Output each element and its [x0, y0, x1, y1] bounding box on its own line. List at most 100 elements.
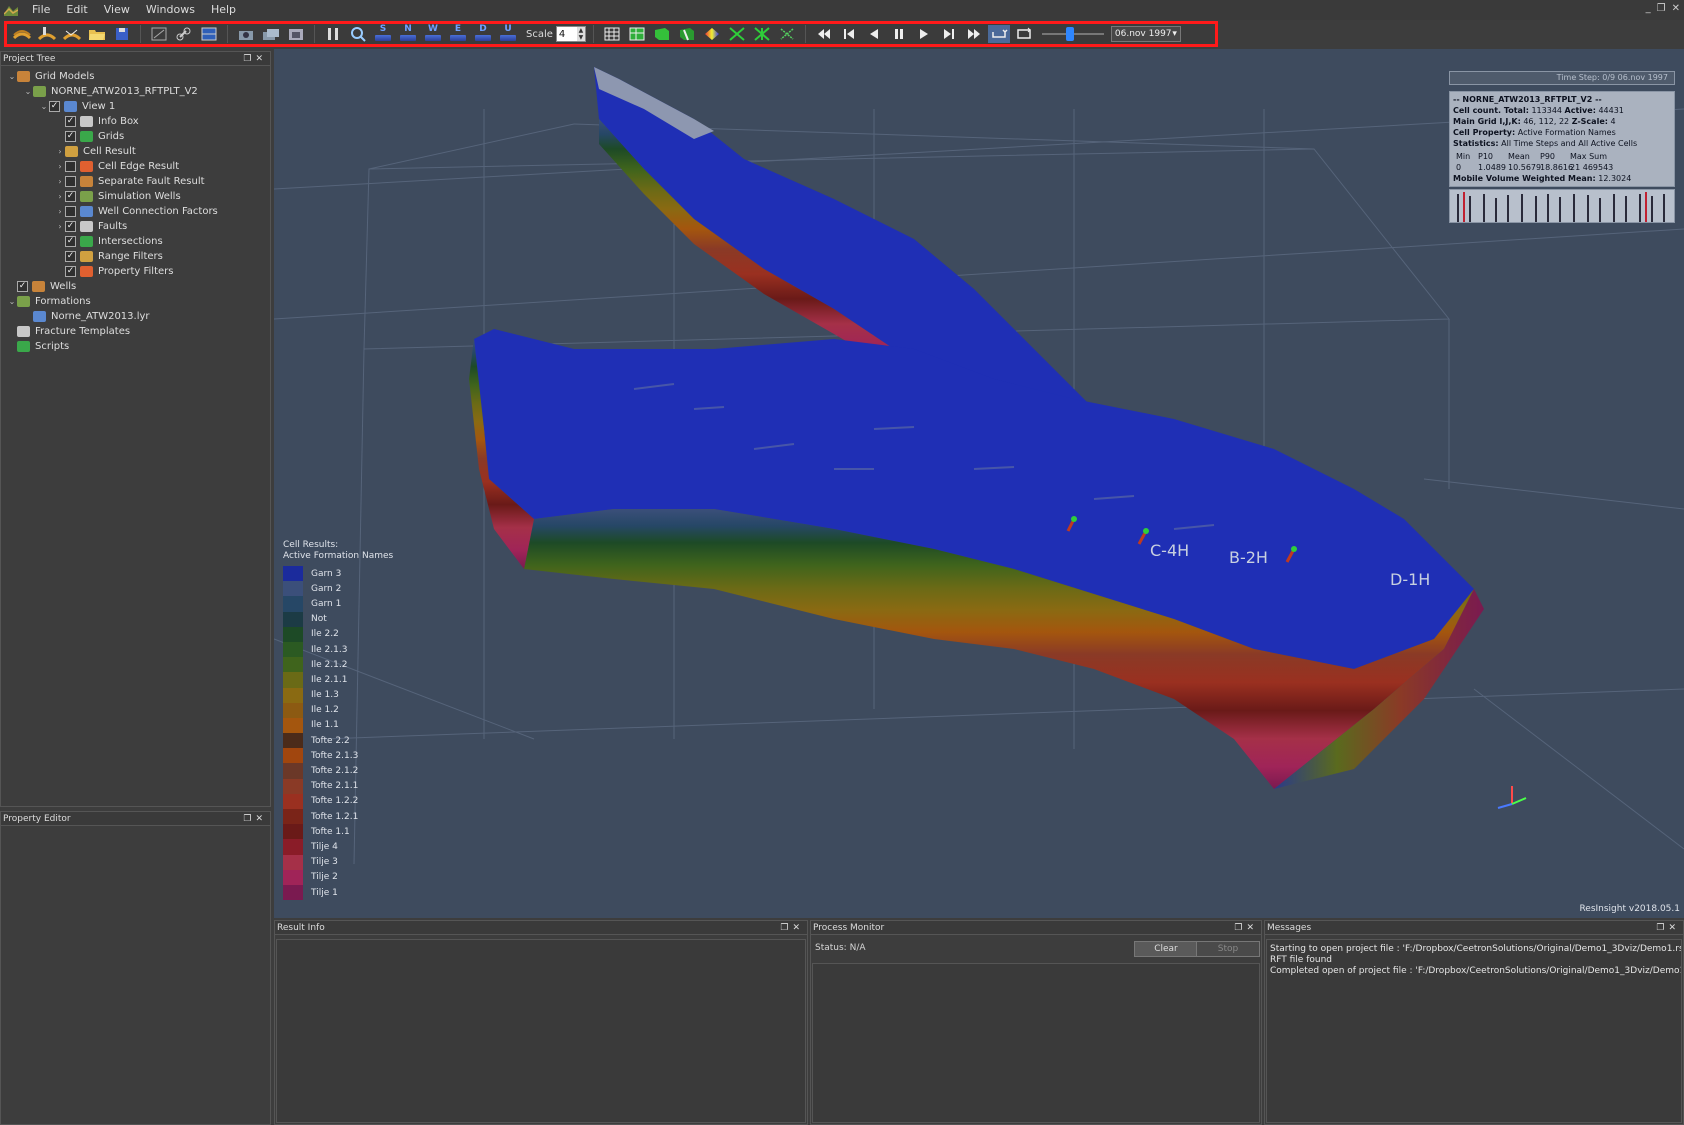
tree-item[interactable]: ⌄ ✓ View 1	[1, 99, 270, 114]
menu-help[interactable]: Help	[203, 0, 244, 20]
tree-checkbox[interactable]	[65, 206, 76, 217]
view-south-button[interactable]: S	[372, 25, 394, 43]
tree-item[interactable]: ⌄ NORNE_ATW2013_RFTPLT_V2	[1, 84, 270, 99]
tree-item[interactable]: › ✓ Faults	[1, 219, 270, 234]
pause-animation-button[interactable]	[888, 25, 910, 43]
wells-button[interactable]	[726, 25, 748, 43]
import-input-case-button[interactable]	[36, 25, 58, 43]
surface-only-button[interactable]	[651, 25, 673, 43]
mesh-lines-button[interactable]	[601, 25, 623, 43]
chevron-right-icon[interactable]: ›	[55, 162, 65, 171]
snapshot-all-views-button[interactable]	[260, 25, 282, 43]
chevron-right-icon[interactable]: ›	[55, 222, 65, 231]
view-down-button[interactable]: D	[472, 25, 494, 43]
panel-float-close-icons[interactable]: ❐✕	[780, 921, 804, 935]
zoom-all-button[interactable]	[347, 25, 369, 43]
view-north-button[interactable]: N	[397, 25, 419, 43]
chevron-down-icon[interactable]: ⌄	[7, 72, 17, 81]
menu-windows[interactable]: Windows	[138, 0, 203, 20]
panel-float-close-icons[interactable]: ❐✕	[1656, 921, 1680, 935]
loop-animation-button[interactable]	[1013, 25, 1035, 43]
tree-checkbox[interactable]: ✓	[65, 116, 76, 127]
spin-arrows-icon[interactable]: ▲ ▼	[576, 27, 585, 41]
chevron-right-icon[interactable]: ›	[55, 207, 65, 216]
next-timestep-button[interactable]	[938, 25, 960, 43]
view-east-button[interactable]: E	[447, 25, 469, 43]
panel-float-close-icons[interactable]: ❐✕	[1234, 921, 1258, 935]
tree-item[interactable]: › Cell Edge Result	[1, 159, 270, 174]
chevron-right-icon[interactable]: ›	[55, 177, 65, 186]
repeat-from-start-button[interactable]	[987, 25, 1010, 43]
tree-item[interactable]: ✓ Info Box	[1, 114, 270, 129]
tree-item[interactable]: › ✓ Simulation Wells	[1, 189, 270, 204]
previous-timestep-button[interactable]	[838, 25, 860, 43]
slider-handle[interactable]	[1066, 27, 1075, 41]
menu-view[interactable]: View	[96, 0, 138, 20]
chevron-down-icon[interactable]: ⌄	[39, 102, 49, 111]
import-eclipse-case-button[interactable]	[11, 25, 33, 43]
tree-item[interactable]: Scripts	[1, 339, 270, 354]
scale-spinbox[interactable]: 4 ▲ ▼	[555, 26, 586, 42]
link-views-button[interactable]	[173, 25, 195, 43]
tree-checkbox[interactable]	[65, 176, 76, 187]
tree-checkbox[interactable]: ✓	[65, 131, 76, 142]
menu-edit[interactable]: Edit	[58, 0, 95, 20]
tree-item[interactable]: ✓ Range Filters	[1, 249, 270, 264]
close-icon[interactable]: ✕	[1672, 3, 1680, 14]
snapshot-button[interactable]	[148, 25, 170, 43]
tile-windows-button[interactable]	[198, 25, 220, 43]
result-info-text-area[interactable]	[276, 939, 806, 1123]
tree-checkbox[interactable]: ✓	[49, 101, 60, 112]
color-legend-button[interactable]	[701, 25, 723, 43]
tree-item[interactable]: ⌄ Formations	[1, 294, 270, 309]
tree-item[interactable]: ✓ Wells	[1, 279, 270, 294]
well-fractures-button[interactable]	[776, 25, 798, 43]
tree-checkbox[interactable]: ✓	[65, 221, 76, 232]
messages-text-area[interactable]: Starting to open project file : 'F:/Drop…	[1266, 939, 1682, 1123]
fault-mesh-button[interactable]	[676, 25, 698, 43]
process-output-area[interactable]	[812, 963, 1260, 1123]
open-project-button[interactable]	[86, 25, 108, 43]
3d-viewer[interactable]: C-4H B-2H D-1H Cell Results: Active Form…	[274, 49, 1684, 918]
chevron-right-icon[interactable]: ›	[55, 192, 65, 201]
pause-render-button[interactable]	[322, 25, 344, 43]
surface-mesh-button[interactable]	[626, 25, 648, 43]
tree-item[interactable]: Norne_ATW2013.lyr	[1, 309, 270, 324]
clear-button[interactable]: Clear	[1134, 941, 1198, 957]
play-backward-button[interactable]	[863, 25, 885, 43]
tree-checkbox[interactable]	[65, 161, 76, 172]
well-paths-button[interactable]	[751, 25, 773, 43]
tree-item[interactable]: › Cell Result	[1, 144, 270, 159]
tree-checkbox[interactable]: ✓	[17, 281, 28, 292]
timestep-date-combobox[interactable]: 06.nov 1997 ▾	[1110, 26, 1181, 42]
snapshot-to-file-button[interactable]	[235, 25, 257, 43]
tree-item[interactable]: ✓ Property Filters	[1, 264, 270, 279]
tree-checkbox[interactable]: ✓	[65, 266, 76, 277]
chevron-down-icon[interactable]: ⌄	[7, 297, 17, 306]
tree-item[interactable]: › Well Connection Factors	[1, 204, 270, 219]
save-project-button[interactable]	[111, 25, 133, 43]
last-timestep-button[interactable]	[963, 25, 985, 43]
tree-item[interactable]: › Separate Fault Result	[1, 174, 270, 189]
view-west-button[interactable]: W	[422, 25, 444, 43]
snapshot-clipboard-button[interactable]	[285, 25, 307, 43]
tree-item[interactable]: ✓ Intersections	[1, 234, 270, 249]
animation-speed-slider[interactable]	[1038, 26, 1108, 42]
import-summary-case-button[interactable]	[61, 25, 83, 43]
tree-item[interactable]: Fracture Templates	[1, 324, 270, 339]
tree-checkbox[interactable]: ✓	[65, 251, 76, 262]
chevron-right-icon[interactable]: ›	[55, 147, 65, 156]
stop-button[interactable]: Stop	[1196, 941, 1260, 957]
tree-item[interactable]: ⌄ Grid Models	[1, 69, 270, 84]
view-up-button[interactable]: U	[497, 25, 519, 43]
minimize-icon[interactable]: _	[1646, 3, 1651, 14]
chevron-down-icon[interactable]: ⌄	[23, 87, 33, 96]
first-timestep-button[interactable]	[813, 25, 835, 43]
tree-checkbox[interactable]: ✓	[65, 236, 76, 247]
play-forward-button[interactable]	[913, 25, 935, 43]
panel-float-close-icons[interactable]: ❐✕	[243, 812, 267, 826]
panel-float-close-icons[interactable]: ❐✕	[243, 52, 267, 66]
menu-file[interactable]: File	[24, 0, 58, 20]
restore-icon[interactable]: ❐	[1657, 3, 1666, 14]
tree-item[interactable]: ✓ Grids	[1, 129, 270, 144]
